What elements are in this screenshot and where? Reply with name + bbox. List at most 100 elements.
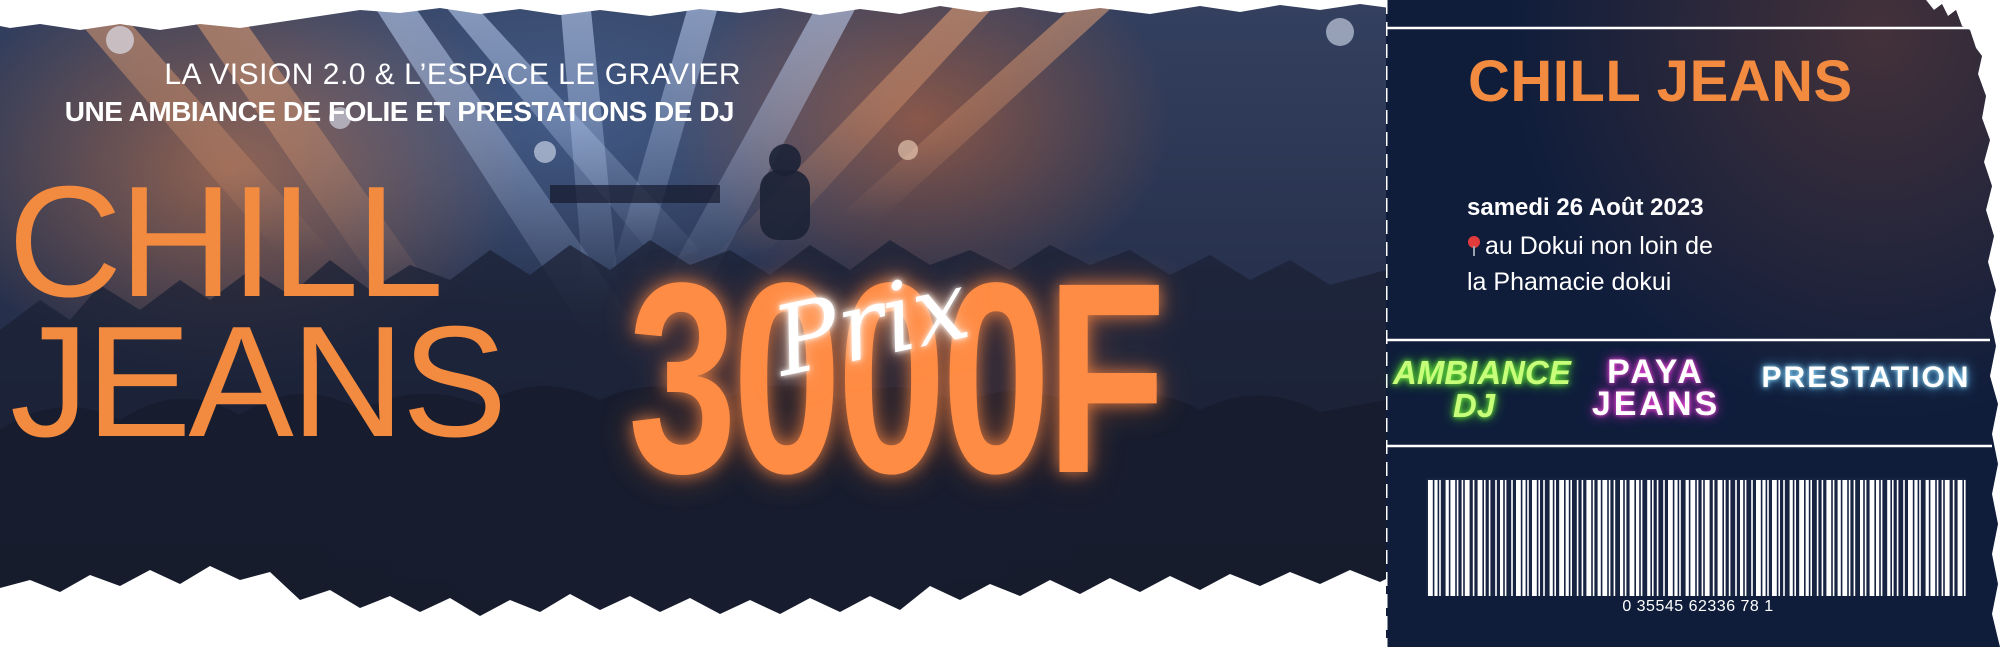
barcode-bar — [1484, 480, 1486, 596]
barcode-bar — [1735, 480, 1737, 596]
barcode-bar — [1887, 480, 1891, 596]
barcode-bar — [1762, 480, 1766, 596]
ambiance-dj-badge: AMBIANCE DJ — [1393, 356, 1571, 424]
barcode-bar — [1919, 480, 1921, 596]
paya-jeans-badge: PAYA JEANS — [1568, 353, 1744, 423]
barcode-bar — [1532, 480, 1537, 596]
barcode-bar — [1679, 480, 1681, 596]
barcode-bar — [1712, 480, 1715, 596]
barcode-bar — [1538, 480, 1540, 596]
barcode-bar — [1952, 480, 1955, 596]
barcode-bar — [1461, 480, 1464, 596]
barcode-bar — [1772, 480, 1777, 596]
barcode-bar — [1816, 480, 1819, 596]
stub-title: CHILL JEANS — [1468, 49, 1853, 114]
barcode-bar — [1586, 480, 1592, 596]
barcode-bar — [1652, 480, 1654, 596]
barcode-bar — [1522, 480, 1526, 596]
barcode-bar — [1789, 480, 1793, 596]
barcode-bar — [1864, 480, 1867, 596]
barcode-bar — [1636, 480, 1640, 596]
barcode-bar — [1543, 480, 1545, 596]
barcode-bar — [1690, 480, 1696, 596]
barcode-bar — [1685, 480, 1689, 596]
dj-word: DJ — [1452, 387, 1496, 424]
barcode-bar — [1717, 480, 1723, 596]
torn-paper-edges — [0, 0, 1392, 647]
barcode-bar — [1656, 480, 1659, 596]
barcode-bar — [1495, 480, 1497, 596]
barcode-bar — [1704, 480, 1710, 596]
barcode-bar — [1549, 480, 1553, 596]
barcode-bar — [1925, 480, 1929, 596]
barcode-bar — [1629, 480, 1635, 596]
barcode-bar — [1570, 480, 1572, 596]
barcode-bar — [1930, 480, 1936, 596]
barcode-bar — [1602, 480, 1608, 596]
barcode-bar — [1936, 480, 1939, 596]
barcode-bar — [1559, 480, 1564, 596]
barcode-bar — [1620, 480, 1624, 596]
barcode-bar — [1832, 480, 1835, 596]
barcode-bar — [1434, 480, 1438, 596]
barcode-bar — [1504, 480, 1507, 596]
barcode-bar — [1613, 480, 1616, 596]
barcode-bar — [1701, 480, 1704, 596]
barcode-bar — [1516, 480, 1521, 596]
event-ticket: LA VISION 2.0 & L’ESPACE LE GRAVIER UNE … — [0, 0, 2000, 647]
barcode-bar — [1428, 480, 1433, 596]
barcode-bar — [1892, 480, 1894, 596]
barcode-bar — [1477, 480, 1483, 596]
barcode-bar — [1456, 480, 1459, 596]
barcode-bar — [1810, 480, 1812, 596]
barcode-bar — [1488, 480, 1491, 596]
barcode-bar — [1565, 480, 1569, 596]
barcode-bar — [1869, 480, 1875, 596]
barcode-bar — [1767, 480, 1769, 596]
barcode-bar — [1896, 480, 1899, 596]
barcode-bar — [1880, 480, 1883, 596]
barcode-bar — [1740, 480, 1744, 596]
round-pushpin-icon — [1467, 236, 1481, 256]
barcode-bar — [1554, 480, 1556, 596]
barcode-bar — [1592, 480, 1595, 596]
barcode-bar — [1581, 480, 1584, 596]
barcode-bar — [1744, 480, 1747, 596]
barcode — [1428, 480, 1966, 596]
barcode-bar — [1696, 480, 1699, 596]
barcode-bar — [1964, 480, 1966, 596]
barcode-bar — [1876, 480, 1880, 596]
barcode-bar — [1794, 480, 1796, 596]
barcode-bar — [1944, 480, 1950, 596]
barcode-bar — [1941, 480, 1944, 596]
barcode-bar — [1821, 480, 1824, 596]
barcode-bar — [1450, 480, 1456, 596]
jeans-word: JEANS — [1591, 385, 1721, 423]
barcode-bar — [1805, 480, 1809, 596]
barcode-bar — [1853, 480, 1856, 596]
barcode-bar — [1842, 480, 1848, 596]
barcode-bar — [1472, 480, 1475, 596]
barcode-bar — [1608, 480, 1611, 596]
barcode-bar — [1903, 480, 1905, 596]
barcode-bar — [1837, 480, 1841, 596]
barcode-bar — [1860, 480, 1864, 596]
event-location-line2: la Phamacie dokui — [1467, 268, 1672, 296]
barcode-bar — [1914, 480, 1918, 596]
barcode-bar — [1624, 480, 1627, 596]
barcode-bar — [1640, 480, 1643, 596]
event-date: samedi 26 Août 2023 — [1467, 194, 1704, 221]
barcode-bar — [1957, 480, 1963, 596]
barcode-bar — [1674, 480, 1678, 596]
paya-word: PAYA — [1607, 353, 1705, 391]
barcode-bar — [1668, 480, 1673, 596]
barcode-bar — [1756, 480, 1761, 596]
barcode-bar — [1826, 480, 1832, 596]
barcode-bar — [1576, 480, 1579, 596]
barcode-bar — [1511, 480, 1513, 596]
barcode-bar — [1751, 480, 1753, 596]
barcode-bar — [1799, 480, 1804, 596]
barcode-bar — [1783, 480, 1785, 596]
barcode-bar — [1724, 480, 1726, 596]
barcode-bar — [1500, 480, 1504, 596]
